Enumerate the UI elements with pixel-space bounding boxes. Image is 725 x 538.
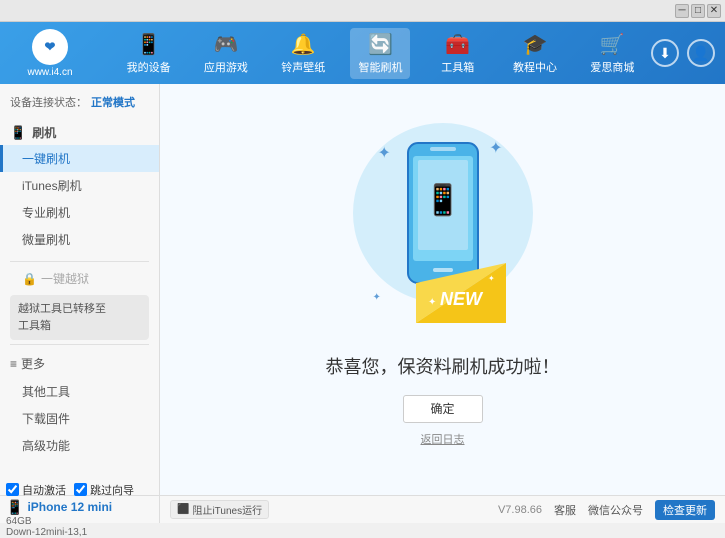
flash-section-header: 📱 刷机 bbox=[0, 120, 159, 145]
jailbreak-label: 一键越狱 bbox=[41, 270, 89, 287]
back-home-link[interactable]: 返回日志 bbox=[421, 431, 465, 447]
nav-item-toolbox[interactable]: 🧰 工具箱 bbox=[428, 28, 488, 79]
confirm-button[interactable]: 确定 bbox=[403, 395, 483, 423]
device-status: 设备连接状态： 正常模式 bbox=[0, 88, 159, 116]
svg-text:📱: 📱 bbox=[424, 182, 461, 217]
device-storage: 64GB bbox=[6, 516, 32, 527]
divider-2 bbox=[10, 344, 149, 345]
sidebar-item-downgrade-flash[interactable]: 微量刷机 bbox=[0, 226, 159, 253]
logo-icon: ❤ bbox=[32, 29, 68, 65]
device-name: iPhone 12 mini bbox=[27, 500, 112, 514]
title-bar: ─ □ ✕ bbox=[0, 0, 725, 22]
sidebar-item-pro-flash[interactable]: 专业刷机 bbox=[0, 199, 159, 226]
itunes-icon: ⬛ bbox=[177, 504, 189, 515]
skip-wizard-label: 跳过向导 bbox=[90, 482, 134, 498]
apps-games-icon: 🎮 bbox=[213, 32, 238, 57]
minimize-button[interactable]: ─ bbox=[675, 4, 689, 18]
auto-connect-input[interactable] bbox=[6, 483, 19, 496]
svg-text:NEW: NEW bbox=[440, 289, 484, 309]
device-icon: 📱 bbox=[6, 499, 23, 516]
bottom-center-panel: ⬛ 阻止iTunes运行 bbox=[160, 496, 488, 523]
nav-item-tutorials[interactable]: 🎓 教程中心 bbox=[505, 28, 565, 79]
device-details: 64GB bbox=[6, 516, 153, 527]
nav-item-shop[interactable]: 🛒 爱思商城 bbox=[582, 28, 642, 79]
my-device-label: 我的设备 bbox=[127, 59, 171, 75]
sparkle-2: ✦ bbox=[489, 138, 502, 158]
itunes-label: 阻止iTunes运行 bbox=[192, 502, 262, 517]
flash-label: 刷机 bbox=[32, 124, 56, 141]
nav-item-my-device[interactable]: 📱 我的设备 bbox=[119, 28, 179, 79]
new-badge: NEW ✦ ✦ bbox=[416, 263, 506, 323]
sparkle-1: ✦ bbox=[378, 143, 391, 163]
status-value: 正常模式 bbox=[91, 94, 135, 110]
svg-text:✦: ✦ bbox=[428, 297, 436, 308]
sidebar: 设备连接状态： 正常模式 📱 刷机 一键刷机 iTunes刷机 专业刷机 微量刷… bbox=[0, 84, 160, 495]
window-controls[interactable]: ─ □ ✕ bbox=[675, 4, 721, 18]
jailbreak-header: 🔒 一键越狱 bbox=[0, 266, 159, 291]
toolbox-icon: 🧰 bbox=[445, 32, 470, 57]
auto-connect-checkbox[interactable]: 自动激活 bbox=[6, 482, 66, 498]
divider-1 bbox=[10, 261, 149, 262]
sidebar-item-advanced[interactable]: 高级功能 bbox=[0, 432, 159, 459]
main-container: 设备连接状态： 正常模式 📱 刷机 一键刷机 iTunes刷机 专业刷机 微量刷… bbox=[0, 84, 725, 495]
shop-icon: 🛒 bbox=[600, 32, 625, 57]
nav-item-apps-games[interactable]: 🎮 应用游戏 bbox=[196, 28, 256, 79]
toolbox-label: 工具箱 bbox=[441, 59, 474, 75]
status-label: 设备连接状态： bbox=[10, 94, 87, 110]
nav-item-ringtones[interactable]: 🔔 铃声壁纸 bbox=[273, 28, 333, 79]
bottom-bar: 自动激活 跳过向导 📱 iPhone 12 mini 64GB Down-12m… bbox=[0, 495, 725, 523]
header: ❤ www.i4.cn 📱 我的设备 🎮 应用游戏 🔔 铃声壁纸 🔄 智能刷机 🧰 工具箱 🎓 教程中… bbox=[0, 22, 725, 84]
nav-right: ⬇ 👤 bbox=[651, 39, 715, 67]
close-button[interactable]: ✕ bbox=[707, 4, 721, 18]
confirm-label: 确定 bbox=[430, 400, 454, 417]
sidebar-item-itunes-flash[interactable]: iTunes刷机 bbox=[0, 172, 159, 199]
device-model: Down-12mini-13,1 bbox=[6, 527, 153, 538]
sidebar-item-download-firmware[interactable]: 下载固件 bbox=[0, 405, 159, 432]
smart-flash-label: 智能刷机 bbox=[358, 59, 402, 75]
sparkle-3: ✦ bbox=[373, 292, 381, 303]
shop-label: 爱思商城 bbox=[590, 59, 634, 75]
flash-icon: 📱 bbox=[10, 125, 26, 141]
more-label: 更多 bbox=[21, 355, 45, 372]
version-text: V7.98.66 bbox=[498, 504, 542, 516]
jailbreak-notice: 越狱工具已转移至工具箱 bbox=[10, 295, 149, 340]
lock-icon: 🔒 bbox=[22, 272, 37, 286]
download-button[interactable]: ⬇ bbox=[651, 39, 679, 67]
tutorials-label: 教程中心 bbox=[513, 59, 557, 75]
jailbreak-notice-text: 越狱工具已转移至工具箱 bbox=[18, 303, 106, 332]
bottom-left-panel: 自动激活 跳过向导 📱 iPhone 12 mini 64GB Down-12m… bbox=[0, 496, 160, 523]
wechat-link[interactable]: 微信公众号 bbox=[588, 502, 643, 518]
more-icon: ≡ bbox=[10, 357, 17, 371]
more-section-header: ≡ 更多 bbox=[0, 349, 159, 378]
svg-text:✦: ✦ bbox=[488, 274, 495, 283]
flash-section: 📱 刷机 一键刷机 iTunes刷机 专业刷机 微量刷机 bbox=[0, 116, 159, 257]
logo-text: www.i4.cn bbox=[27, 67, 72, 78]
sidebar-item-one-key-flash[interactable]: 一键刷机 bbox=[0, 145, 159, 172]
smart-flash-icon: 🔄 bbox=[368, 32, 393, 57]
maximize-button[interactable]: □ bbox=[691, 4, 705, 18]
device-row: 📱 iPhone 12 mini bbox=[6, 499, 153, 516]
skip-wizard-checkbox[interactable]: 跳过向导 bbox=[74, 482, 134, 498]
check-update-button[interactable]: 检查更新 bbox=[655, 500, 715, 520]
sidebar-item-other-tools[interactable]: 其他工具 bbox=[0, 378, 159, 405]
itunes-running-button[interactable]: ⬛ 阻止iTunes运行 bbox=[170, 500, 269, 519]
account-button[interactable]: 👤 bbox=[687, 39, 715, 67]
ringtones-label: 铃声壁纸 bbox=[281, 59, 325, 75]
ringtones-icon: 🔔 bbox=[291, 32, 316, 57]
nav-items: 📱 我的设备 🎮 应用游戏 🔔 铃声壁纸 🔄 智能刷机 🧰 工具箱 🎓 教程中心 🛒 爱思商城 bbox=[110, 28, 651, 79]
logo-area: ❤ www.i4.cn bbox=[10, 29, 90, 78]
phone-illustration: ✦ ✦ ✦ 📱 NEW bbox=[363, 133, 523, 333]
auto-connect-label: 自动激活 bbox=[22, 482, 66, 498]
content-area: ✦ ✦ ✦ 📱 NEW bbox=[160, 84, 725, 495]
success-text: 恭喜您，保资料刷机成功啦！ bbox=[326, 353, 560, 379]
apps-games-label: 应用游戏 bbox=[204, 59, 248, 75]
tutorials-icon: 🎓 bbox=[523, 32, 548, 57]
nav-item-smart-flash[interactable]: 🔄 智能刷机 bbox=[350, 28, 410, 79]
bottom-right-panel: V7.98.66 客服 微信公众号 检查更新 bbox=[488, 496, 725, 523]
my-device-icon: 📱 bbox=[136, 32, 161, 57]
skip-wizard-input[interactable] bbox=[74, 483, 87, 496]
customer-service-link[interactable]: 客服 bbox=[554, 502, 576, 518]
